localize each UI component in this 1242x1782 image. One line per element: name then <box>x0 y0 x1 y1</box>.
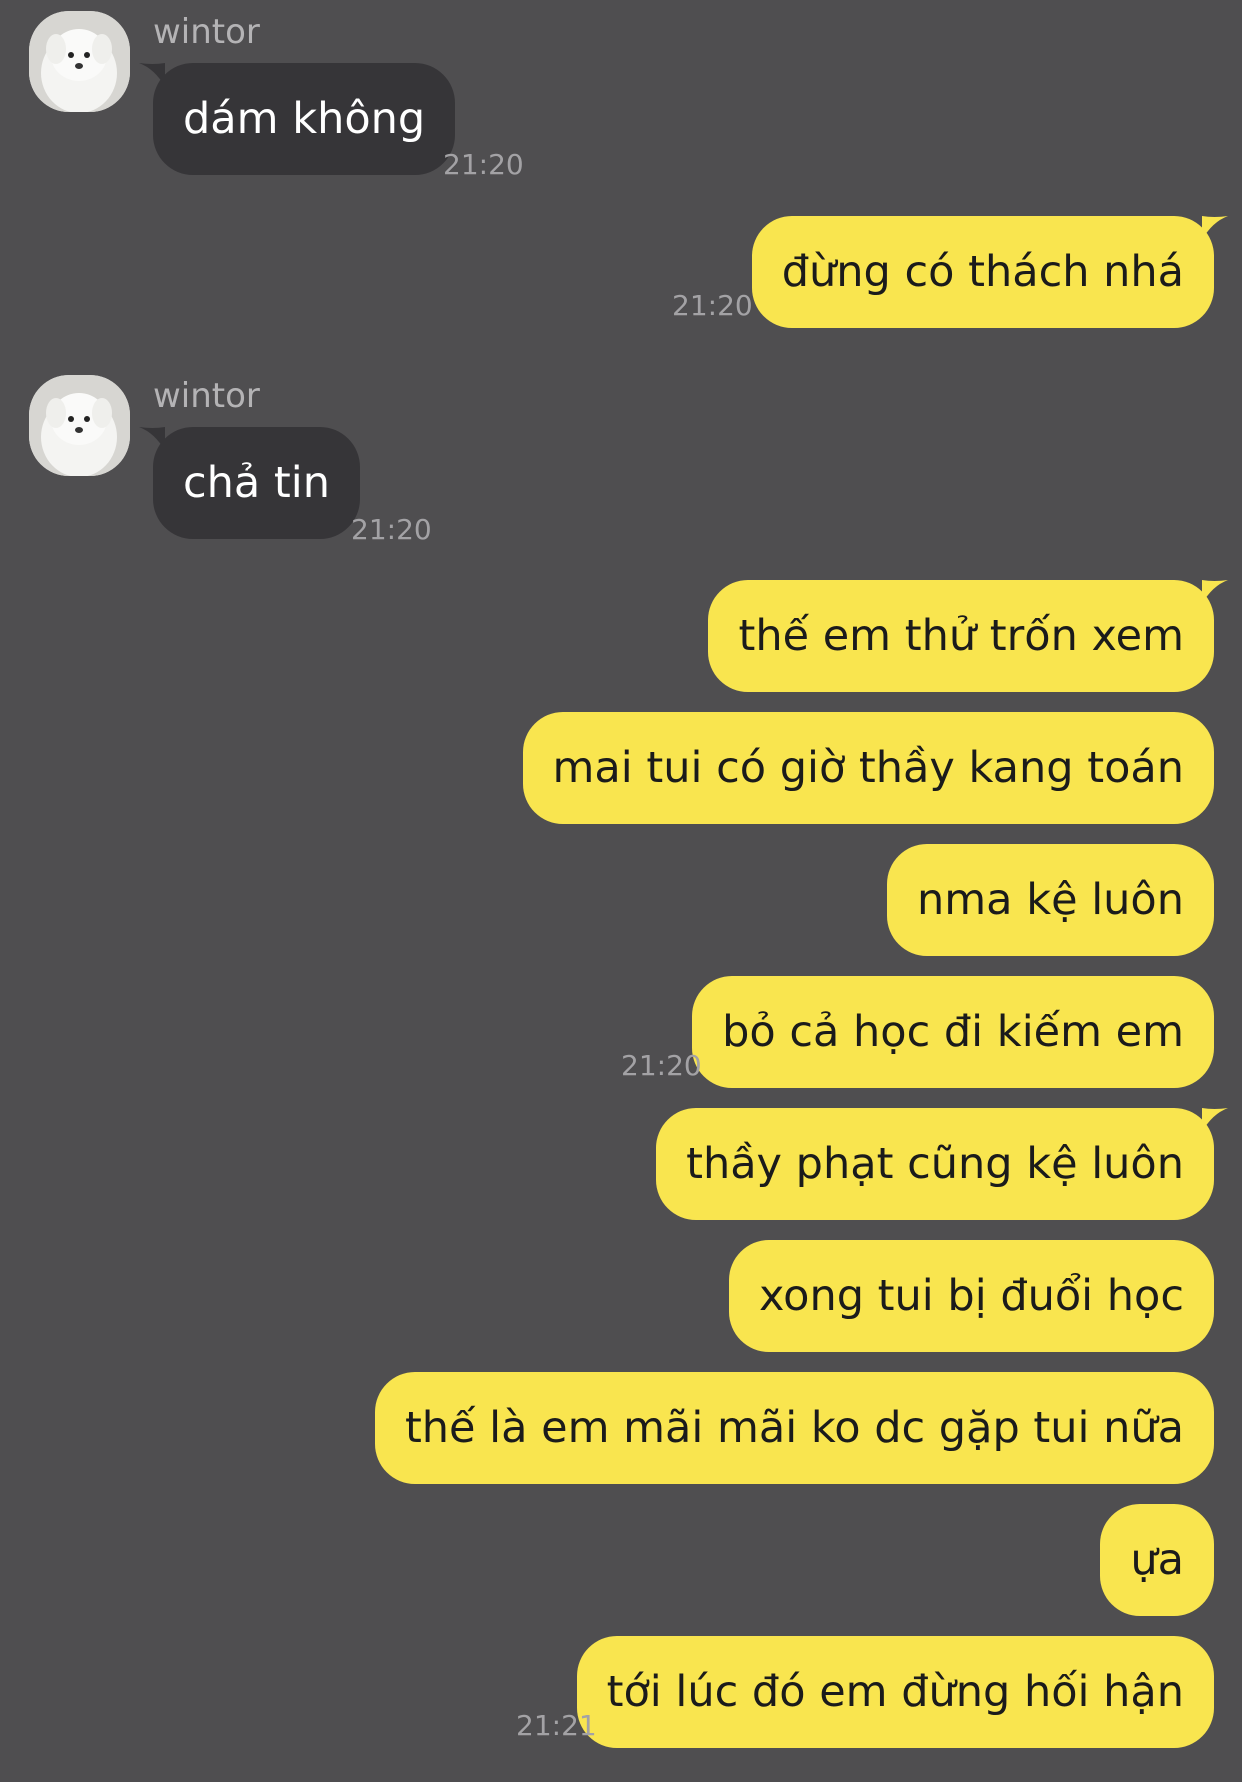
message-bubble-outgoing[interactable]: thầy phạt cũng kệ luôn <box>656 1108 1228 1220</box>
bubble-tail <box>1202 1108 1228 1132</box>
message-timestamp: 21:20 <box>351 513 432 546</box>
message-bubble-outgoing[interactable]: đừng có thách nhá <box>751 216 1228 328</box>
message-timestamp: 21:21 <box>516 1709 597 1742</box>
sender-name: wintor <box>153 376 260 416</box>
message-bubble-outgoing[interactable]: xong tui bị đuổi học <box>729 1240 1214 1352</box>
white-dog-avatar <box>29 375 130 476</box>
message-text: thế là em mãi mãi ko dc gặp tui nữa <box>404 1403 1184 1453</box>
sender-name: wintor <box>153 12 260 52</box>
message-bubble-outgoing[interactable]: bỏ cả học đi kiếm em <box>692 976 1214 1088</box>
message-text: bỏ cả học đi kiếm em <box>722 1007 1184 1057</box>
message-bubble-incoming[interactable]: dám không <box>139 63 456 175</box>
message-bubble-outgoing[interactable]: thế là em mãi mãi ko dc gặp tui nữa <box>374 1372 1214 1484</box>
message-timestamp: 21:20 <box>621 1049 702 1082</box>
message-bubble-outgoing[interactable]: ựa <box>1100 1504 1214 1616</box>
bubble-tail <box>139 63 165 87</box>
white-dog-avatar <box>29 11 130 112</box>
message-text: tới lúc đó em đừng hối hận <box>606 1667 1184 1717</box>
message-bubble-outgoing[interactable]: thế em thử trốn xem <box>708 580 1228 692</box>
message-text: thế em thử trốn xem <box>738 611 1184 661</box>
bubble-tail <box>1202 216 1228 240</box>
message-text: chả tin <box>183 458 330 508</box>
message-text: ựa <box>1130 1535 1184 1585</box>
message-bubble-incoming[interactable]: chả tin <box>139 427 360 539</box>
bubble-tail <box>139 427 165 451</box>
message-bubble-outgoing[interactable]: tới lúc đó em đừng hối hận <box>576 1636 1214 1748</box>
message-timestamp: 21:20 <box>672 289 753 322</box>
message-bubble-outgoing[interactable]: nma kệ luôn <box>887 844 1214 956</box>
message-text: xong tui bị đuổi học <box>759 1271 1184 1321</box>
message-text: nma kệ luôn <box>917 875 1184 925</box>
message-bubble-outgoing[interactable]: mai tui có giờ thầy kang toán <box>522 712 1214 824</box>
avatar[interactable] <box>29 375 130 476</box>
bubble-tail <box>1202 580 1228 604</box>
message-text: mai tui có giờ thầy kang toán <box>552 743 1184 793</box>
message-timestamp: 21:20 <box>443 148 524 181</box>
message-text: thầy phạt cũng kệ luôn <box>686 1139 1184 1189</box>
avatar[interactable] <box>29 11 130 112</box>
message-text: dám không <box>183 94 426 144</box>
message-text: đừng có thách nhá <box>781 247 1184 297</box>
